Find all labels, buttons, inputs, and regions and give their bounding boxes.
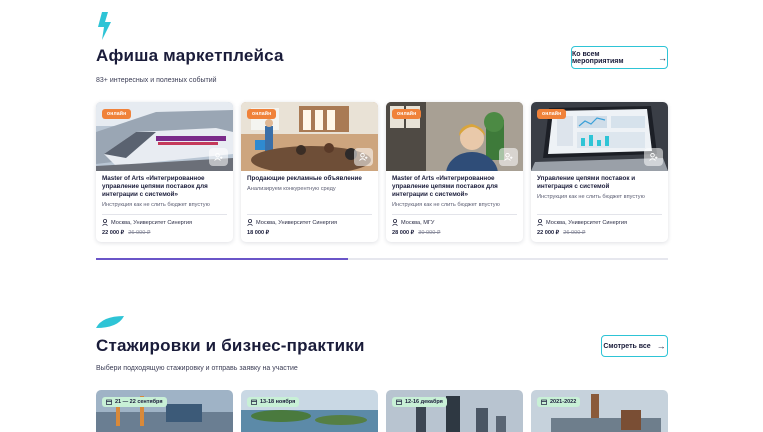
location-pin-icon	[537, 219, 543, 226]
date-badge: 13-18 ноября	[247, 397, 300, 407]
date-badge: 21 — 22 сентября	[102, 397, 167, 407]
event-location-text: Москва, Университет Синергия	[111, 219, 192, 226]
event-title[interactable]: Master of Arts «Интегрированное управлен…	[392, 175, 518, 199]
arrow-right-icon: →	[656, 341, 666, 351]
carousel-scrollbar[interactable]	[96, 258, 668, 260]
event-title[interactable]: Управление цепями поставок и интеграция …	[537, 175, 663, 191]
add-user-button[interactable]	[644, 148, 663, 166]
event-price-old: 26 000 ₽	[563, 230, 586, 236]
event-description: Анализируем конкурентную среду	[247, 186, 336, 192]
event-badge: онлайн	[247, 109, 277, 119]
event-card[interactable]: онлайн Master of Arts «Интегрированное у…	[96, 102, 233, 242]
event-card[interactable]: онлайн Master of Arts «Интегрированное у…	[386, 102, 523, 242]
divider	[102, 214, 227, 215]
event-location: Москва, МГУ	[392, 219, 434, 226]
add-user-button[interactable]	[499, 148, 518, 166]
calendar-icon	[251, 399, 257, 405]
events-subtitle: 83+ интересных и полезных событий	[96, 77, 217, 84]
add-user-button[interactable]	[209, 148, 228, 166]
all-events-label: Ко всем мероприятиям	[572, 50, 624, 65]
event-card[interactable]: онлайн Продающие рекламные объявление Ан…	[241, 102, 378, 242]
events-carousel: онлайн Master of Arts «Интегрированное у…	[96, 102, 668, 244]
event-price-old: 26 000 ₽	[128, 230, 151, 236]
event-location-text: Москва, Университет Синергия	[546, 219, 627, 226]
all-events-button[interactable]: Ко всем мероприятиям →	[571, 46, 668, 69]
event-price-current: 22 000 ₽	[102, 230, 125, 236]
event-price-current: 22 000 ₽	[537, 230, 560, 236]
internships-title: Стажировки и бизнес-практики	[96, 336, 365, 355]
event-badge: онлайн	[102, 109, 132, 119]
calendar-icon	[106, 399, 112, 405]
internships-carousel: 21 — 22 сентября 13-18 ноября 12-16 дека…	[96, 390, 668, 432]
location-pin-icon	[102, 219, 108, 226]
event-price-current: 28 000 ₽	[392, 230, 415, 236]
event-location: Москва, Университет Синергия	[537, 219, 627, 226]
internship-card[interactable]: 12-16 декабря	[386, 390, 523, 432]
location-pin-icon	[392, 219, 398, 226]
internship-card[interactable]: 2021-2022	[531, 390, 668, 432]
event-price-current: 18 000 ₽	[247, 230, 270, 236]
divider	[392, 214, 517, 215]
event-location-text: Москва, Университет Синергия	[256, 219, 337, 226]
date-badge: 12-16 декабря	[392, 397, 447, 407]
arrow-right-icon: →	[658, 52, 667, 63]
add-user-icon	[649, 153, 658, 161]
event-price: 18 000 ₽	[247, 230, 273, 236]
event-location: Москва, Университет Синергия	[247, 219, 337, 226]
event-badge: онлайн	[537, 109, 567, 119]
event-location-text: Москва, МГУ	[401, 219, 435, 226]
internship-card[interactable]: 13-18 ноября	[241, 390, 378, 432]
event-location: Москва, Университет Синергия	[102, 219, 192, 226]
add-user-icon	[214, 153, 223, 161]
event-title[interactable]: Master of Arts «Интегрированное управлен…	[102, 175, 228, 199]
event-price: 22 000 ₽26 000 ₽	[537, 230, 585, 236]
event-price: 22 000 ₽26 000 ₽	[102, 230, 150, 236]
add-user-button[interactable]	[354, 148, 373, 166]
date-badge-text: 2021-2022	[550, 399, 577, 405]
divider	[247, 214, 372, 215]
date-badge-text: 12-16 декабря	[405, 399, 443, 405]
internships-subtitle: Выбери подходящую стажировку и отправь з…	[96, 365, 298, 372]
lightning-bolt-icon	[98, 12, 111, 40]
date-badge-text: 21 — 22 сентября	[115, 399, 163, 405]
event-card[interactable]: онлайн Управление цепями поставок и инте…	[531, 102, 668, 242]
add-user-icon	[359, 153, 368, 161]
add-user-icon	[504, 153, 513, 161]
events-title: Афиша маркетплейса	[96, 46, 284, 65]
date-badge: 2021-2022	[537, 397, 581, 407]
leaf-icon	[96, 316, 124, 328]
see-all-label: Смотреть все	[603, 342, 651, 350]
divider	[537, 214, 662, 215]
location-pin-icon	[247, 219, 253, 226]
event-description: Инструкция как не слить бюджет впустую	[102, 202, 210, 208]
calendar-icon	[396, 399, 402, 405]
event-price-old: 30 000 ₽	[418, 230, 441, 236]
event-description: Инструкция как не слить бюджет впустую	[537, 194, 645, 200]
event-title[interactable]: Продающие рекламные объявление	[247, 175, 373, 183]
event-price: 28 000 ₽30 000 ₽	[392, 230, 440, 236]
carousel-scrollbar-thumb[interactable]	[96, 258, 348, 260]
event-description: Инструкция как не слить бюджет впустую	[392, 202, 500, 208]
internship-card[interactable]: 21 — 22 сентября	[96, 390, 233, 432]
event-badge: онлайн	[392, 109, 422, 119]
see-all-internships-button[interactable]: Смотреть все →	[601, 335, 668, 357]
date-badge-text: 13-18 ноября	[260, 399, 296, 405]
calendar-icon	[541, 399, 547, 405]
